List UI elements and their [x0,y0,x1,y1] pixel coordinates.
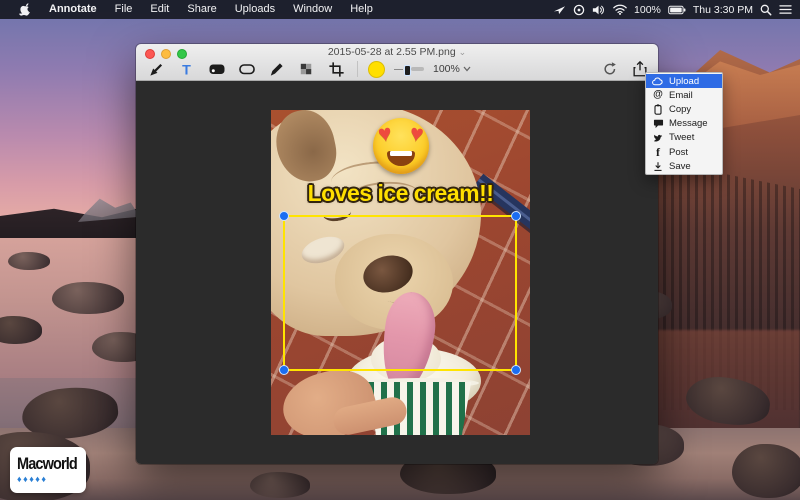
menu-window[interactable]: Window [284,0,341,19]
zoom-control[interactable]: 100% [433,63,471,75]
toolbar-right [599,58,650,80]
chevron-down-icon [463,66,471,72]
spotlight-icon[interactable] [760,0,772,19]
cloud-icon [652,77,664,86]
pixelate-tool-icon[interactable] [296,58,317,80]
mouse-icon: ♦ [23,474,28,485]
share-menu-item-message[interactable]: Message [646,117,722,131]
resize-handle-bottom-right[interactable] [511,365,521,375]
emoji-mouth [387,151,415,166]
outline-rect-tool-icon[interactable] [236,58,257,80]
menu-file[interactable]: File [106,0,142,19]
download-icon [652,161,664,172]
twitter-bird-icon [652,133,664,143]
battery-percent: 100% [634,3,661,16]
title-caret-icon[interactable]: ⌄ [459,47,467,57]
share-menu: Upload @ Email Copy Message Tweet f Post… [645,72,723,176]
window-title: 2015-05-28 at 2.55 PM.png [327,46,456,58]
menu-edit[interactable]: Edit [141,0,178,19]
share-menu-label: Tweet [669,132,695,144]
slider-line [394,68,403,70]
notification-center-icon[interactable] [779,0,792,19]
share-menu-item-upload[interactable]: Upload [646,74,722,89]
annotate-window: 2015-05-28 at 2.55 PM.png ⌄ T 100% ♥ ♥ L… [136,44,658,464]
thickness-slider[interactable] [394,63,424,76]
toolbar-separator [357,61,358,77]
resize-handle-top-right[interactable] [511,211,521,221]
zoom-value: 100% [433,63,460,75]
menu-app-name[interactable]: Annotate [40,0,106,19]
mouse-icon: ♦ [17,474,22,485]
menu-bar: Annotate File Edit Share Uploads Window … [0,0,800,19]
rock [52,282,124,314]
menu-help[interactable]: Help [341,0,382,19]
facebook-icon: f [656,145,660,160]
window-title-row: 2015-05-28 at 2.55 PM.png ⌄ [136,46,658,58]
heart-eye-right: ♥ [408,119,426,147]
share-menu-label: Save [669,160,691,172]
location-arrow-icon[interactable] [553,0,566,19]
clipboard-icon [652,104,664,115]
annotation-canvas[interactable]: ♥ ♥ Loves ice cream!! [136,81,658,464]
mouse-icon: ♦ [41,474,46,485]
status-circle-icon[interactable] [573,0,585,19]
pencil-tool-icon[interactable] [266,58,287,80]
share-menu-item-email[interactable]: @ Email [646,88,722,102]
arrow-tool-icon[interactable] [146,58,167,80]
slider-track [411,67,424,71]
menu-clock[interactable]: Thu 3:30 PM [693,4,753,16]
apple-menu[interactable] [10,0,40,19]
mouse-icon: ♦ [29,474,34,485]
mouse-icon: ♦ [35,474,40,485]
emoji-teeth [390,151,412,156]
window-header: 2015-05-28 at 2.55 PM.png ⌄ T 100% [136,44,658,81]
share-menu-label: Copy [669,103,692,115]
share-menu-label: Email [669,89,693,101]
crop-tool-icon[interactable] [326,58,347,80]
volume-icon[interactable] [592,0,606,19]
rock [0,316,42,344]
toolbar: T 100% [146,58,471,80]
macworld-logo: Macworld ♦ ♦ ♦ ♦ ♦ [10,447,86,493]
battery-icon[interactable] [668,0,686,19]
resize-handle-bottom-left[interactable] [279,365,289,375]
heart-eyes-emoji[interactable]: ♥ ♥ [373,118,429,174]
selection-rectangle[interactable] [279,211,521,375]
slider-handle[interactable] [404,64,411,76]
share-menu-label: Message [669,118,708,130]
share-menu-label: Upload [669,75,700,87]
color-swatch[interactable] [368,60,385,78]
filled-rect-tool-icon[interactable] [206,58,227,80]
rock [250,472,310,498]
share-menu-item-post[interactable]: f Post [646,145,722,159]
apple-icon [19,2,30,16]
heart-eye-left: ♥ [376,119,394,147]
resize-handle-top-left[interactable] [279,211,289,221]
rock [8,252,50,270]
share-menu-item-save[interactable]: Save [646,159,722,173]
text-tool-icon[interactable]: T [176,58,197,80]
wifi-icon[interactable] [613,0,627,19]
macworld-mice-rating: ♦ ♦ ♦ ♦ ♦ [17,475,86,484]
rock [732,444,800,498]
macworld-text: Macworld [17,454,78,473]
speech-bubble-icon [652,119,664,129]
svg-text:T: T [182,62,191,78]
share-menu-item-tweet[interactable]: Tweet [646,131,722,145]
menu-share[interactable]: Share [178,0,225,19]
menu-uploads[interactable]: Uploads [226,0,284,19]
share-menu-label: Post [669,146,689,158]
share-menu-item-copy[interactable]: Copy [646,102,722,116]
caption-text[interactable]: Loves ice cream!! [271,180,530,207]
rotate-tool-icon[interactable] [599,58,620,80]
at-icon: @ [653,89,663,101]
